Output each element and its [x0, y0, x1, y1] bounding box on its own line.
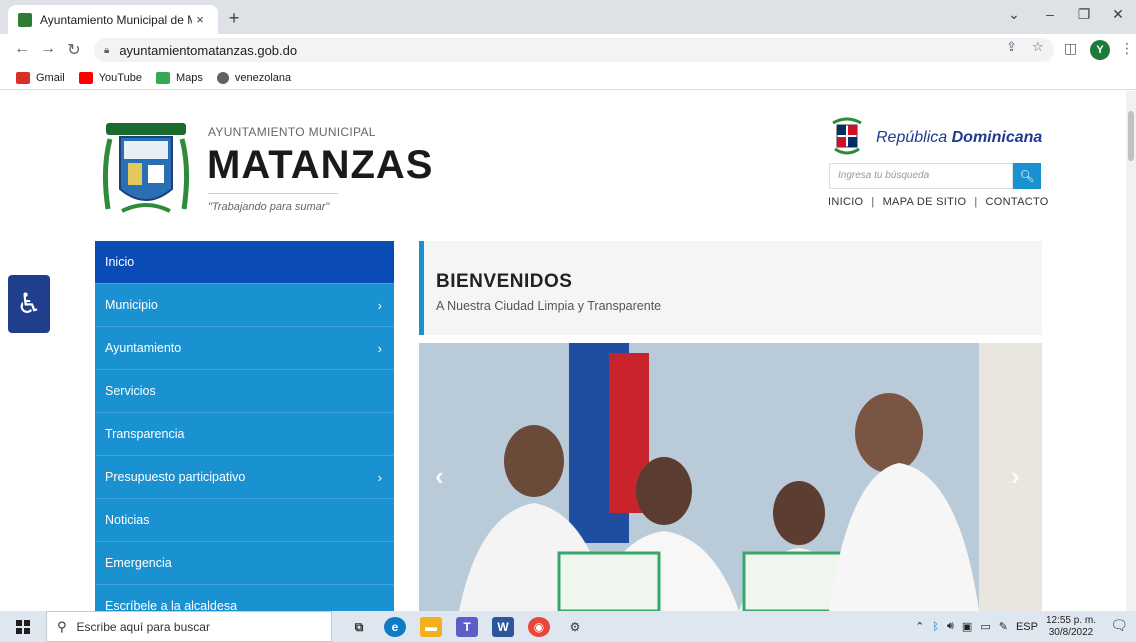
page-scrollbar[interactable]	[1126, 91, 1136, 611]
taskbar-search-input[interactable]: ⚲ Escribe aquí para buscar	[46, 611, 332, 642]
brand-title[interactable]: MATANZAS	[207, 143, 433, 188]
tab-close-button[interactable]: ×	[192, 12, 208, 27]
windows-start-icon[interactable]	[0, 611, 46, 642]
close-window-icon[interactable]: ✕	[1108, 6, 1128, 23]
welcome-subtitle: A Nuestra Ciudad Limpia y Transparente	[436, 299, 662, 313]
nav-item-noticias[interactable]: Noticias	[95, 499, 394, 542]
dominican-coat-of-arms-icon	[832, 117, 862, 155]
welcome-panel: BIENVENIDOS A Nuestra Ciudad Limpia y Tr…	[419, 241, 1042, 335]
minimize-icon[interactable]: –	[1040, 6, 1060, 22]
bluetooth-icon[interactable]: ᛒ	[932, 621, 939, 633]
edge-icon[interactable]: e	[384, 616, 406, 637]
side-panel-icon[interactable]: ◫	[1064, 40, 1077, 57]
language-indicator[interactable]: ESP	[1016, 621, 1038, 633]
restore-icon[interactable]: ❐	[1074, 6, 1094, 23]
file-explorer-icon[interactable]: ▬	[420, 616, 442, 637]
search-icon: ⚲	[57, 618, 67, 634]
globe-icon	[216, 71, 229, 84]
bookmark-venezolana[interactable]: venezolana	[216, 71, 291, 84]
maps-icon	[155, 71, 170, 84]
browser-tab[interactable]: Ayuntamiento Municipal de Mata ×	[8, 5, 218, 34]
link-inicio[interactable]: INICIO	[828, 196, 863, 208]
back-icon[interactable]: ←	[12, 40, 32, 58]
chevron-right-icon: ›	[377, 340, 382, 356]
chevron-right-icon: ›	[377, 297, 382, 313]
windows-taskbar: ⚲ Escribe aquí para buscar ⧉ e ▬ T W ◉ ⚙…	[0, 611, 1136, 642]
reload-icon[interactable]: ↻	[64, 40, 84, 60]
word-icon[interactable]: W	[492, 616, 514, 637]
bookmark-gmail[interactable]: Gmail	[16, 71, 65, 84]
nav-item-municipio[interactable]: Municipio ›	[95, 284, 394, 327]
youtube-icon	[78, 71, 93, 84]
link-contacto[interactable]: CONTACTO	[986, 196, 1049, 208]
menu-kebab-icon[interactable]: ⋮	[1120, 40, 1134, 57]
bookmark-star-icon[interactable]: ☆	[1032, 39, 1044, 55]
tab-title: Ayuntamiento Municipal de Mata	[40, 12, 192, 27]
nav-item-escribele[interactable]: Escríbele a la alcaldesa	[95, 585, 394, 611]
nav-item-emergencia[interactable]: Emergencia	[95, 542, 394, 585]
profile-avatar[interactable]: Y	[1090, 40, 1110, 60]
browser-tab-strip: Ayuntamiento Municipal de Mata × + ⌄ – ❐…	[0, 0, 1136, 34]
pen-icon[interactable]: ✎	[999, 620, 1008, 633]
share-icon[interactable]: ⇪	[1006, 39, 1017, 55]
search-icon[interactable]: 🔍︎	[1013, 163, 1041, 189]
municipal-seal-logo[interactable]	[100, 119, 192, 215]
teams-icon[interactable]: T	[456, 616, 478, 637]
bookmark-youtube[interactable]: YouTube	[78, 71, 142, 84]
side-navigation: Inicio Municipio › Ayuntamiento › Servicio…	[95, 241, 394, 611]
brand-divider	[208, 193, 338, 194]
bookmark-maps[interactable]: Maps	[155, 71, 203, 84]
url-text: ayuntamientomatanzas.gob.do	[119, 42, 298, 58]
chrome-icon[interactable]: ◉	[528, 616, 550, 637]
notification-icon[interactable]: 🗨︎	[1110, 617, 1128, 634]
brand-subtitle: AYUNTAMIENTO MUNICIPAL	[208, 125, 376, 139]
taskbar-apps: ⧉ e ▬ T W ◉ ⚙	[348, 616, 586, 637]
top-links: INICIO | MAPA DE SITIO | CONTACTO	[828, 196, 1049, 208]
scrollbar-thumb[interactable]	[1128, 111, 1134, 161]
chevron-right-icon: ›	[377, 469, 382, 485]
lock-icon: 🔒︎	[104, 44, 110, 56]
tray-chevron-up-icon[interactable]: ⌃	[915, 620, 924, 633]
site-favicon	[18, 12, 32, 27]
bookmarks-bar: Gmail YouTube Maps venezolana	[0, 66, 1136, 90]
welcome-title: BIENVENIDOS	[436, 271, 573, 292]
nav-item-ayuntamiento[interactable]: Ayuntamiento ›	[95, 327, 394, 370]
link-mapa-de-sitio[interactable]: MAPA DE SITIO	[883, 196, 967, 208]
new-tab-button[interactable]: +	[224, 8, 244, 29]
volume-icon[interactable]: 🔊︎	[947, 620, 954, 633]
page-viewport: AYUNTAMIENTO MUNICIPAL MATANZAS "Trabaja…	[0, 91, 1136, 611]
tab-search-icon[interactable]: ⌄	[1004, 6, 1024, 23]
slider-prev-icon[interactable]: ‹	[435, 461, 444, 492]
browser-toolbar: ← → ↻ 🔒︎ ayuntamientomatanzas.gob.do ⇪ ☆…	[0, 34, 1136, 66]
photo-slider[interactable]: ‹ ›	[419, 343, 1042, 611]
address-bar[interactable]: 🔒︎ ayuntamientomatanzas.gob.do ⇪ ☆	[94, 38, 1054, 62]
battery-icon[interactable]: ▭	[980, 620, 990, 633]
forward-icon[interactable]: →	[38, 40, 58, 58]
system-tray: ⌃ ᛒ 🔊︎ ▣ ▭ ✎ ESP 12:55 p. m. 30/8/2022	[915, 611, 1096, 642]
network-icon[interactable]: ▣	[962, 620, 972, 633]
site-search-input[interactable]: Ingresa tu búsqueda	[829, 163, 1013, 189]
task-view-icon[interactable]: ⧉	[348, 617, 370, 637]
accessibility-icon[interactable]: ♿︎	[8, 275, 50, 333]
nav-item-servicios[interactable]: Servicios	[95, 370, 394, 413]
republica-dominicana-text: República Dominicana	[876, 129, 1043, 146]
brand-slogan: "Trabajando para sumar"	[208, 201, 330, 213]
nav-item-transparencia[interactable]: Transparencia	[95, 413, 394, 456]
slider-photo	[419, 343, 1042, 611]
settings-gear-icon[interactable]: ⚙	[564, 617, 586, 637]
nav-item-inicio[interactable]: Inicio	[95, 241, 394, 284]
gmail-icon	[16, 71, 30, 84]
slider-next-icon[interactable]: ›	[1011, 461, 1020, 492]
nav-item-presupuesto[interactable]: Presupuesto participativo ›	[95, 456, 394, 499]
clock[interactable]: 12:55 p. m. 30/8/2022	[1046, 615, 1096, 639]
